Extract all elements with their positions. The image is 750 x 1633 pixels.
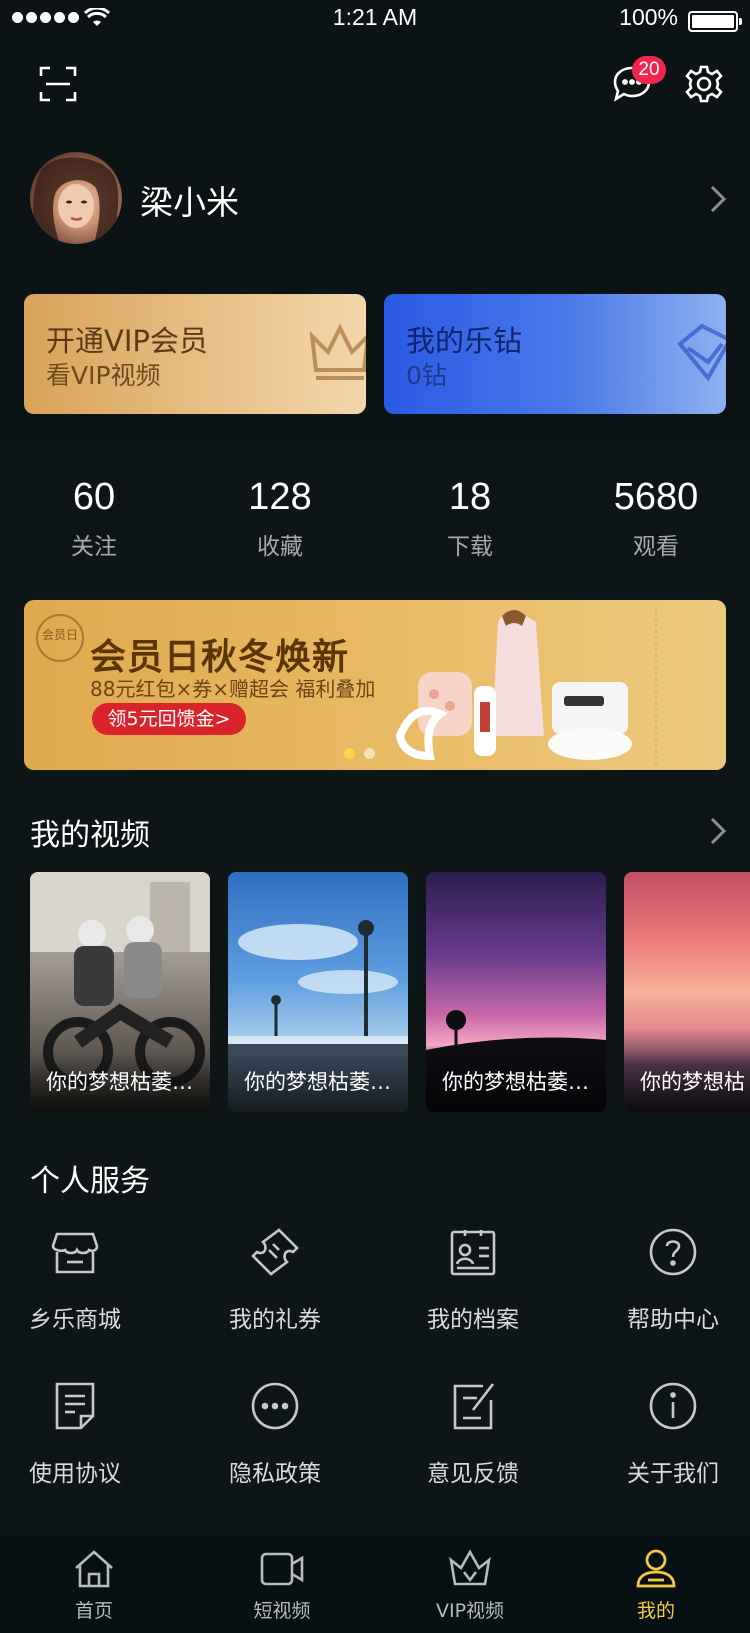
service-label: 我的档案 (427, 1307, 519, 1333)
info-icon (649, 1382, 697, 1430)
help-icon (649, 1228, 697, 1276)
video-thumbnail[interactable]: 你的梦想枯萎… (30, 872, 210, 1112)
service-help[interactable]: 帮助中心 (598, 1226, 748, 1334)
message-badge: 20 (632, 56, 666, 84)
service-label: 使用协议 (29, 1461, 121, 1487)
settings-button[interactable] (680, 60, 728, 108)
service-coupons[interactable]: 我的礼券 (200, 1226, 350, 1334)
diamond-card-subtitle: 0钻 (406, 361, 447, 390)
battery-percent: 100% (619, 4, 678, 30)
service-label: 隐私政策 (229, 1461, 321, 1487)
stat-favorites[interactable]: 128 收藏 (190, 476, 370, 561)
vip-card-title: 开通VIP会员 (46, 324, 208, 358)
service-profile[interactable]: 我的档案 (398, 1226, 548, 1334)
video-caption: 你的梦想枯萎… (426, 1052, 606, 1112)
service-about[interactable]: 关于我们 (598, 1380, 748, 1488)
carousel-dot-active[interactable] (344, 748, 355, 759)
services-title: 个人服务 (30, 1164, 150, 1199)
battery-icon (688, 11, 742, 32)
my-videos-chevron-right-icon[interactable] (708, 816, 728, 846)
scan-icon (39, 66, 77, 102)
stat-value: 60 (72, 476, 116, 518)
service-feedback[interactable]: 意见反馈 (398, 1380, 548, 1488)
crown-icon (310, 323, 366, 380)
ticket-icon (251, 1228, 299, 1276)
diamond-icon (677, 323, 726, 382)
tab-vip-video[interactable]: VIP视频 (410, 1548, 530, 1623)
stat-label: 关注 (71, 534, 117, 560)
video-caption: 你的梦想枯 (624, 1052, 750, 1112)
member-day-seal: 会员日 (36, 614, 84, 662)
more-dots-icon (251, 1382, 299, 1430)
user-icon (636, 1549, 676, 1588)
stat-value: 18 (448, 476, 492, 518)
service-label: 帮助中心 (627, 1307, 719, 1333)
stat-label: 收藏 (257, 534, 303, 560)
tab-home[interactable]: 首页 (34, 1548, 154, 1623)
service-label: 我的礼券 (229, 1307, 321, 1333)
service-label: 意见反馈 (427, 1461, 519, 1487)
home-icon (75, 1550, 113, 1588)
video-caption: 你的梦想枯萎… (30, 1052, 210, 1112)
seal-text: 会员日 (41, 628, 78, 642)
carousel-dot[interactable] (364, 748, 375, 759)
promo-banner[interactable]: 会员日 会员日秋冬焕新 88元红包×券×赠超会 福利叠加 领5元回馈金> (24, 600, 726, 770)
banner-cta-button[interactable]: 领5元回馈金> (92, 703, 246, 735)
profile-card-icon (450, 1230, 496, 1276)
tab-label: 短视频 (253, 1600, 311, 1622)
stat-following[interactable]: 60 关注 (4, 476, 184, 561)
vip-card-subtitle: 看VIP视频 (46, 361, 161, 390)
video-camera-icon (260, 1552, 304, 1586)
service-mall[interactable]: 乡乐商城 (0, 1226, 150, 1334)
vip-membership-card[interactable]: 开通VIP会员 看VIP视频 (24, 294, 366, 414)
tab-label: VIP视频 (435, 1600, 505, 1622)
tab-label: 我的 (636, 1600, 675, 1622)
feedback-icon (453, 1383, 495, 1430)
stat-label: 观看 (633, 534, 679, 560)
video-thumbnail[interactable]: 你的梦想枯 (624, 872, 750, 1112)
stat-watched[interactable]: 5680 观看 (566, 476, 746, 561)
document-icon (55, 1382, 95, 1430)
username[interactable]: 梁小米 (140, 176, 239, 224)
banner-products-image (395, 606, 657, 768)
status-bar: 1:21 AM 100% (0, 0, 750, 40)
store-icon (51, 1232, 99, 1274)
stat-downloads[interactable]: 18 下载 (380, 476, 560, 561)
my-videos-title: 我的视频 (30, 818, 150, 853)
tab-label: 首页 (74, 1600, 113, 1622)
service-terms[interactable]: 使用协议 (0, 1380, 150, 1488)
service-label: 关于我们 (627, 1461, 719, 1487)
stat-value: 128 (248, 476, 312, 518)
gear-icon (685, 65, 723, 103)
my-diamonds-card[interactable]: 我的乐钻 0钻 (384, 294, 726, 414)
service-privacy[interactable]: 隐私政策 (200, 1380, 350, 1488)
video-thumbnail[interactable]: 你的梦想枯萎… (426, 872, 606, 1112)
tab-short-video[interactable]: 短视频 (222, 1548, 342, 1623)
tab-me[interactable]: 我的 (596, 1548, 716, 1623)
stat-value: 5680 (613, 476, 699, 518)
crown-icon (449, 1549, 491, 1586)
video-thumbnail[interactable]: 你的梦想枯萎… (228, 872, 408, 1112)
avatar-photo (33, 157, 119, 244)
avatar[interactable] (30, 152, 122, 244)
banner-subtitle: 88元红包×券×赠超会 福利叠加 (90, 677, 376, 701)
scan-button[interactable] (36, 62, 80, 106)
stat-label: 下载 (447, 534, 493, 560)
diamond-card-title: 我的乐钻 (406, 324, 523, 358)
service-label: 乡乐商城 (29, 1307, 121, 1333)
profile-chevron-right-icon[interactable] (708, 184, 728, 214)
video-caption: 你的梦想枯萎… (228, 1052, 408, 1112)
